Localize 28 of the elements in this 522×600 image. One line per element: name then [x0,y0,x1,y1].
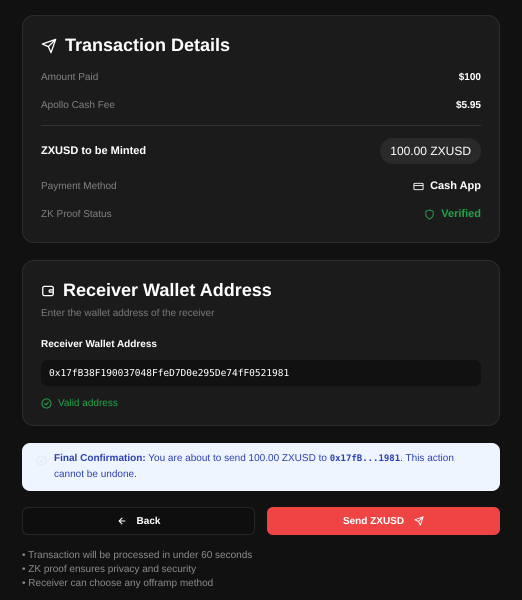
row-value: $100 [458,70,481,84]
row-value: $5.95 [456,98,481,112]
confirmation-message: Final Confirmation: You are about to send 100.00 ZXUSD to 0x17fB...1981. This action cannot be undone. [54,452,455,482]
shield-icon [424,208,436,220]
row-label: ZXUSD to be Minted [41,144,146,159]
note-text: • ZK proof ensures privacy and security [22,563,198,577]
note-text: • Receiver can choose any offramp method [22,577,214,591]
send-icon [414,516,424,526]
amount-pill: 100.00 ZXUSD [380,138,481,164]
card-title: Receiver Wallet Address [63,279,272,302]
card-subtitle: Enter the wallet address of the receiver [41,307,216,321]
back-button[interactable]: Back [22,507,255,535]
row-label: Payment Method [41,180,117,194]
send-icon [41,38,57,54]
validation-message: Valid address [58,397,118,411]
wallet-icon [41,284,55,298]
row-label: Apollo Cash Fee [41,98,115,112]
status-text: Verified [441,206,481,222]
send-button[interactable]: Send ZXUSD [267,507,500,535]
arrow-left-icon [116,516,127,526]
card-icon [413,180,424,192]
field-label: Receiver Wallet Address [41,338,158,352]
wallet-address-field[interactable]: 0x17fB38F190037048FfeD7D0e295De74fF0521981 [41,360,481,386]
note-text: • Transaction will be processed in under 60 seconds [22,549,254,563]
card-title: Transaction Details [65,34,230,57]
row-label: Amount Paid [41,70,98,84]
payment-method: Cash App [430,178,481,194]
row-label: ZK Proof Status [41,208,112,222]
